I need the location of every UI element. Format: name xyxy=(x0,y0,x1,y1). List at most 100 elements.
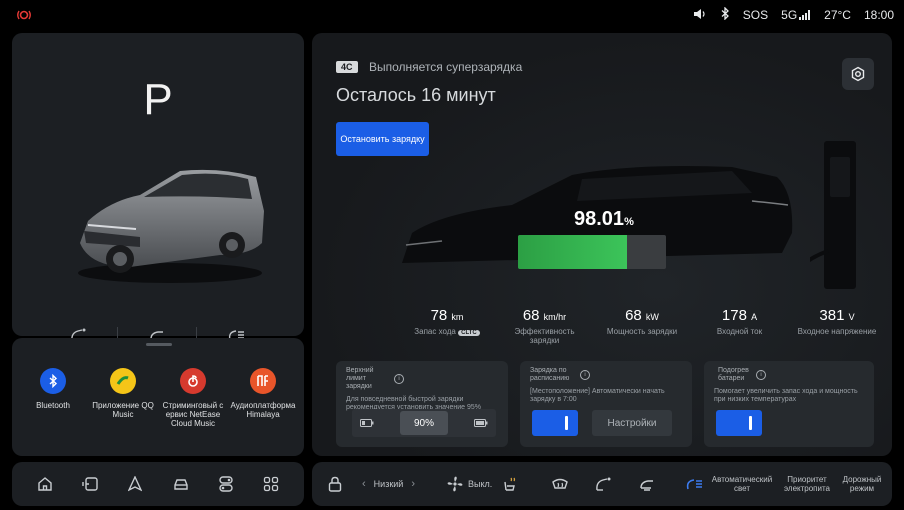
settings-icon[interactable] xyxy=(212,470,240,498)
battery-heating-toggle[interactable] xyxy=(716,410,762,436)
network-label: 5G xyxy=(781,8,798,22)
cltc-badge: CLTC xyxy=(458,330,480,336)
card-description: [Местоположение] Автоматически начать за… xyxy=(530,388,665,403)
ev-priority-button[interactable]: Приоритет электропита xyxy=(782,462,832,506)
fan-icon xyxy=(447,476,463,492)
charging-settings-button[interactable] xyxy=(842,58,874,90)
app-list: Bluetooth Приложение QQ Music Стримингов… xyxy=(12,368,304,428)
phone-icon[interactable] xyxy=(76,470,104,498)
info-icon[interactable]: i xyxy=(580,370,590,380)
fan-speed-control: ‹ Низкий › xyxy=(362,462,415,506)
qq-music-icon xyxy=(110,368,136,394)
seat-heat-icon[interactable] xyxy=(502,462,518,506)
card-description: Помогает увеличить запас хода и мощность… xyxy=(714,388,858,403)
drive-mode-label: Дорожный режим xyxy=(842,475,882,493)
charge-rate-badge: 4C xyxy=(336,61,358,73)
info-icon[interactable]: i xyxy=(394,374,404,384)
temperature-label: 27°C xyxy=(824,8,851,22)
bluetooth-icon[interactable] xyxy=(720,6,730,23)
schedule-settings-button[interactable]: Настройки xyxy=(592,410,672,436)
stat-current: 178 A Входной ток xyxy=(695,307,785,345)
charge-limit-selector: 90% xyxy=(352,409,496,437)
auto-light-label: Автоматический свет xyxy=(711,475,773,493)
main-dock xyxy=(12,462,304,506)
fan-status-label: Выкл. xyxy=(468,479,493,489)
battery-percentage: 98.01% xyxy=(574,208,634,231)
signal-icon xyxy=(799,10,811,20)
himalaya-icon xyxy=(250,368,276,394)
lock-icon[interactable] xyxy=(328,462,342,506)
stat-unit: A xyxy=(751,312,758,322)
charging-panel: 4C Выполняется суперзарядка Осталось 16 … xyxy=(312,33,892,456)
app-himalaya[interactable]: Аудиоплатформа Himalaya xyxy=(230,368,296,428)
battery-heating-card: Подогрев батареи i Помогает увеличить зап… xyxy=(704,361,874,447)
scheduled-charging-toggle[interactable] xyxy=(532,410,578,436)
battery-low-icon[interactable] xyxy=(360,414,374,432)
vehicle-panel: P xyxy=(12,33,304,343)
drive-mode-button[interactable]: Дорожный режим xyxy=(840,462,884,506)
stat-unit: km/hr xyxy=(543,312,567,322)
fan-toggle[interactable]: Выкл. xyxy=(446,462,492,506)
signal-indicator: 5G xyxy=(781,8,811,22)
alert-icon xyxy=(14,8,34,22)
stat-voltage: 381 V Входное напряжение xyxy=(792,307,882,345)
battery-level-bar xyxy=(518,235,666,269)
volume-icon[interactable] xyxy=(693,8,707,23)
home-icon[interactable] xyxy=(31,470,59,498)
app-label: Приложение QQ Music xyxy=(92,401,154,419)
charging-stats: 78 km Запас хода CLTC 68 km/hr Эффективн… xyxy=(402,307,882,345)
navigation-icon[interactable] xyxy=(121,470,149,498)
ev-priority-label: Приоритет электропита xyxy=(784,475,830,493)
info-icon[interactable]: i xyxy=(756,370,766,380)
card-title: Подогрев батареи xyxy=(718,367,749,382)
app-qq-music[interactable]: Приложение QQ Music xyxy=(90,368,156,428)
fan-speed-label: Низкий xyxy=(373,479,404,489)
trunk-icon[interactable] xyxy=(638,462,656,506)
chevron-right-icon[interactable]: › xyxy=(411,478,415,490)
headlight-icon xyxy=(686,479,702,490)
app-bluetooth[interactable]: Bluetooth xyxy=(20,368,86,428)
stat-value: 178 xyxy=(721,307,747,324)
stat-range: 78 km Запас хода CLTC xyxy=(402,307,492,345)
apps-icon[interactable] xyxy=(257,470,285,498)
battery-percentage-value: 98.01 xyxy=(574,208,625,230)
card-title: Верхний лимит зарядки xyxy=(346,367,374,390)
auto-light-button[interactable]: Автоматический свет xyxy=(684,462,777,506)
app-label: Стриминговый с ервис NetEase Cloud Music xyxy=(162,401,224,428)
stat-efficiency: 68 km/hr Эффективность зарядки xyxy=(500,307,590,345)
chevron-left-icon[interactable]: ‹ xyxy=(362,478,366,490)
stat-label: Входное напряжение xyxy=(797,327,877,336)
stat-unit: V xyxy=(848,312,855,322)
stop-charging-button[interactable]: Остановить зарядку xyxy=(336,122,429,156)
percent-unit: % xyxy=(624,216,634,228)
sos-label[interactable]: SOS xyxy=(743,8,768,22)
charge-port-icon[interactable] xyxy=(594,462,612,506)
charging-station-image xyxy=(810,141,856,289)
charge-limit-value[interactable]: 90% xyxy=(400,411,448,435)
bluetooth-icon xyxy=(40,368,66,394)
charging-status-title: Выполняется суперзарядка xyxy=(369,60,523,74)
climate-dock: ‹ Низкий › Выкл. Автоматический свет При… xyxy=(312,462,892,506)
app-label: Bluetooth xyxy=(36,401,70,410)
scheduled-charging-card: Зарядка по расписанию i [Местоположение] … xyxy=(520,361,692,447)
stat-value: 381 xyxy=(819,307,845,324)
stat-label: Входной ток xyxy=(716,327,763,336)
stat-power: 68 kW Мощность зарядки xyxy=(597,307,687,345)
card-title: Зарядка по расписанию xyxy=(530,367,570,382)
battery-level-fill xyxy=(518,235,627,269)
vehicle-image xyxy=(78,169,264,283)
drag-handle[interactable] xyxy=(146,343,172,346)
clock-label: 18:00 xyxy=(863,8,894,22)
media-apps-panel: Bluetooth Приложение QQ Music Стримингов… xyxy=(12,338,304,456)
gear-indicator: P xyxy=(143,75,173,124)
stat-label: Запас хода xyxy=(414,327,456,336)
stat-value: 68 xyxy=(522,307,540,324)
app-label: Аудиоплатформа Himalaya xyxy=(230,401,296,419)
battery-full-icon[interactable] xyxy=(474,414,488,432)
defrost-icon[interactable] xyxy=(552,462,568,506)
app-netease-music[interactable]: Стриминговый с ервис NetEase Cloud Music xyxy=(160,368,226,428)
time-remaining: Осталось 16 минут xyxy=(336,85,496,105)
stat-unit: km xyxy=(451,312,464,322)
car-icon[interactable] xyxy=(167,470,195,498)
charge-limit-card: Верхний лимит зарядки i Для повседневной … xyxy=(336,361,508,447)
